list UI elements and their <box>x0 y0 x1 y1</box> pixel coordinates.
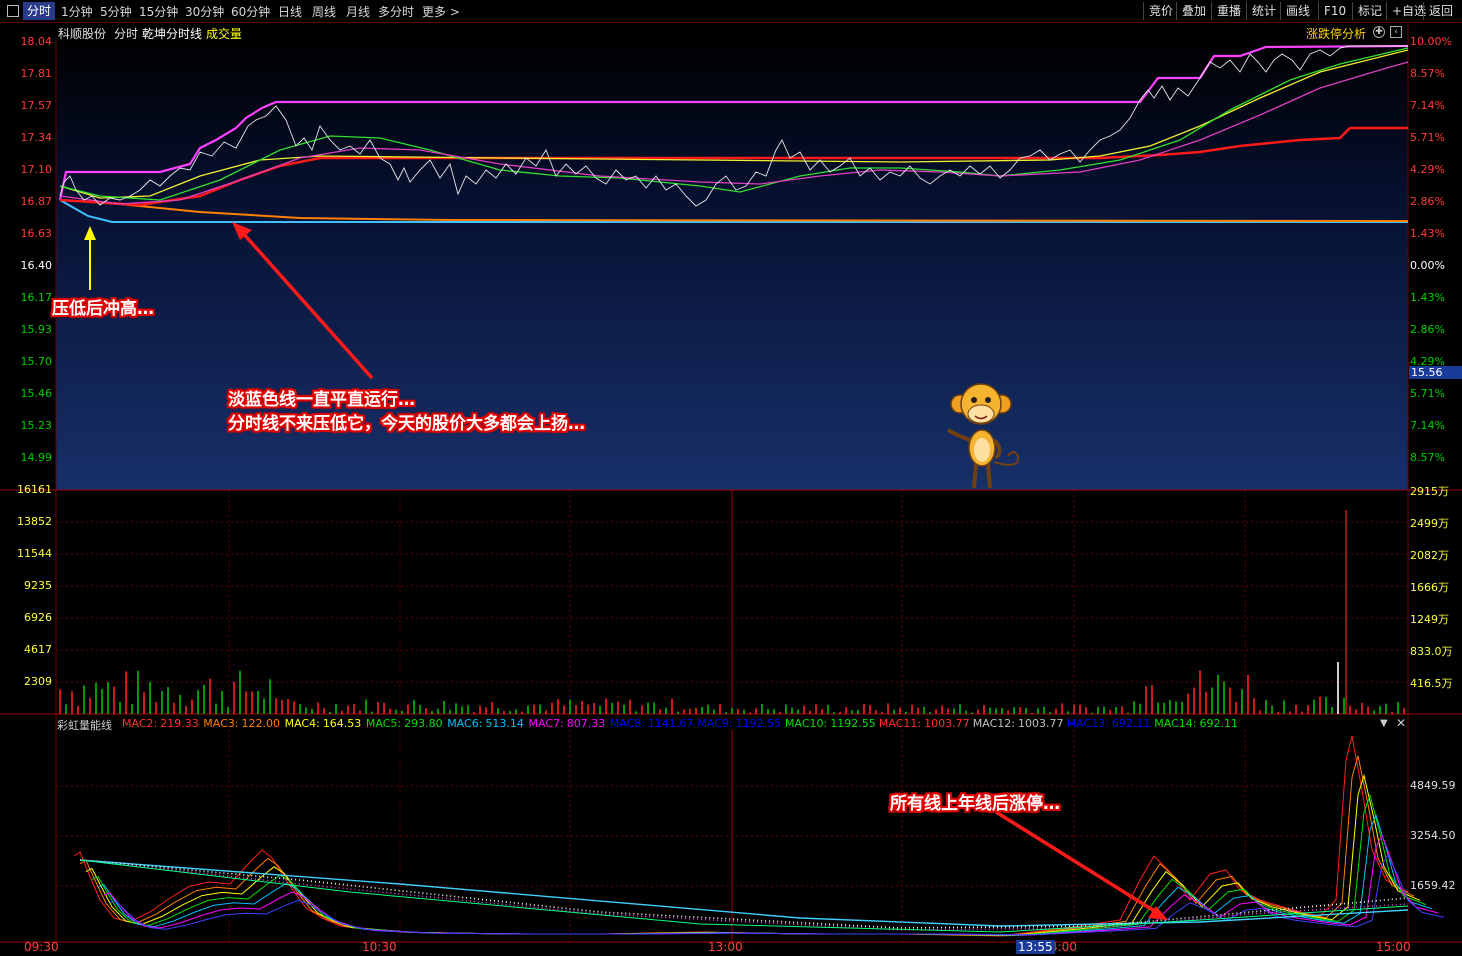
price-tick-left: 17.10 <box>20 163 53 176</box>
price-tick-left: 18.04 <box>20 35 53 48</box>
mac-value-2: MAC4: 164.53 <box>284 717 362 730</box>
time-tick: 10:30 <box>362 940 397 954</box>
volume-tick-right: 2499万 <box>1410 517 1449 530</box>
chart-mode: 分时 <box>114 27 139 41</box>
percent-tick-right: 0.00% <box>1410 259 1445 272</box>
settings-icon[interactable]: ✚ <box>1373 26 1385 38</box>
volume-tick-right: 416.5万 <box>1410 677 1453 690</box>
intraday-chart[interactable] <box>0 0 1462 956</box>
volume-tick-right: 1249万 <box>1410 613 1449 626</box>
volume-tick-left: 16161 <box>17 483 52 496</box>
mac-value-7: MAC9: 1192.55 <box>697 717 782 730</box>
price-tick-left: 14.99 <box>20 451 53 464</box>
price-tick-left: 15.23 <box>20 419 53 432</box>
volume-tick-right: 833.0万 <box>1410 645 1453 658</box>
mac-lines <box>73 735 1445 937</box>
mac-value-9: MAC11: 1003.77 <box>878 717 970 730</box>
percent-tick-right: 1.43% <box>1410 291 1445 304</box>
mac-value-11: MAC13: 692.11 <box>1066 717 1151 730</box>
price-tick-left: 16.40 <box>20 259 53 272</box>
time-tick: 15:00 <box>1376 940 1411 954</box>
indicator-tick-right: 1659.42 <box>1410 879 1456 892</box>
mac-value-6: MAC8: 1141.67 <box>609 717 694 730</box>
volume-tick-left: 11544 <box>17 547 52 560</box>
volume-label: 成交量 <box>206 27 243 41</box>
price-tick-left: 17.57 <box>20 99 53 112</box>
percent-tick-right: 7.14% <box>1410 99 1445 112</box>
cursor-time-tag: 13:55 <box>1016 940 1055 954</box>
mac-value-4: MAC6: 513.14 <box>447 717 524 730</box>
stock-name: 科顺股份 <box>58 27 107 41</box>
collapse-icon[interactable]: ‹ <box>1390 26 1402 38</box>
annotation-blue-line-2: 分时线不来压低它，今天的股价大多都会上扬… <box>228 414 585 434</box>
mac-value-1: MAC3: 122.00 <box>203 717 281 730</box>
annotation-limit-up: 所有线上年线后涨停… <box>890 794 1060 814</box>
price-tick-left: 16.63 <box>20 227 53 240</box>
mac-value-0: MAC2: 219.33 <box>122 717 199 730</box>
indicator-tick-right: 4849.59 <box>1410 779 1456 792</box>
percent-tick-right: 4.29% <box>1410 163 1445 176</box>
mac-value-5: MAC7: 807.33 <box>528 717 606 730</box>
price-tick-left: 17.34 <box>20 131 53 144</box>
mac-value-8: MAC10: 1192.55 <box>785 717 876 730</box>
volume-tick-left: 2309 <box>24 675 52 688</box>
volume-tick-left: 9235 <box>24 579 52 592</box>
limit-analysis-button[interactable]: 涨跌停分析 <box>1306 25 1366 42</box>
percent-tick-right: 10.00% <box>1410 35 1452 48</box>
close-icon[interactable]: ✕ <box>1396 716 1406 730</box>
price-tick-left: 16.17 <box>20 291 53 304</box>
volume-tick-left: 13852 <box>17 515 52 528</box>
price-tick-left: 15.93 <box>20 323 53 336</box>
volume-tick-right: 2082万 <box>1410 549 1449 562</box>
dropdown-icon[interactable]: ▼ <box>1380 718 1388 729</box>
volume-tick-right: 1666万 <box>1410 581 1449 594</box>
time-tick: 09:30 <box>24 940 59 954</box>
percent-tick-right: 5.71% <box>1410 131 1445 144</box>
current-price-tag: 15.56 <box>1409 366 1462 379</box>
volume-tick-left: 6926 <box>24 611 52 624</box>
annotation-blue-line-1: 淡蓝色线一直平直运行… <box>228 390 415 410</box>
volume-tick-left: 4617 <box>24 643 52 656</box>
indicator-tick-right: 3254.50 <box>1410 829 1456 842</box>
percent-tick-right: 8.57% <box>1410 451 1445 464</box>
annotation-press-low: 压低后冲高… <box>52 299 154 319</box>
percent-tick-right: 5.71% <box>1410 387 1445 400</box>
price-tick-left: 15.46 <box>20 387 53 400</box>
percent-tick-right: 2.86% <box>1410 323 1445 336</box>
time-tick: 13:00 <box>708 940 743 954</box>
price-tick-left: 15.70 <box>20 355 53 368</box>
mac-value-12: MAC14: 692.11 <box>1154 717 1239 730</box>
volume-tick-right: 2915万 <box>1410 485 1449 498</box>
percent-tick-right: 7.14% <box>1410 419 1445 432</box>
indicator-panel-name: 彩虹量能线 <box>57 719 112 732</box>
indicator-name: 乾坤分时线 <box>142 27 203 41</box>
price-tick-left: 16.87 <box>20 195 53 208</box>
mac-value-10: MAC12: 1003.77 <box>972 717 1064 730</box>
percent-tick-right: 8.57% <box>1410 67 1445 80</box>
percent-tick-right: 2.86% <box>1410 195 1445 208</box>
mac-value-3: MAC5: 293.80 <box>365 717 443 730</box>
percent-tick-right: 1.43% <box>1410 227 1445 240</box>
price-tick-left: 17.81 <box>20 67 53 80</box>
